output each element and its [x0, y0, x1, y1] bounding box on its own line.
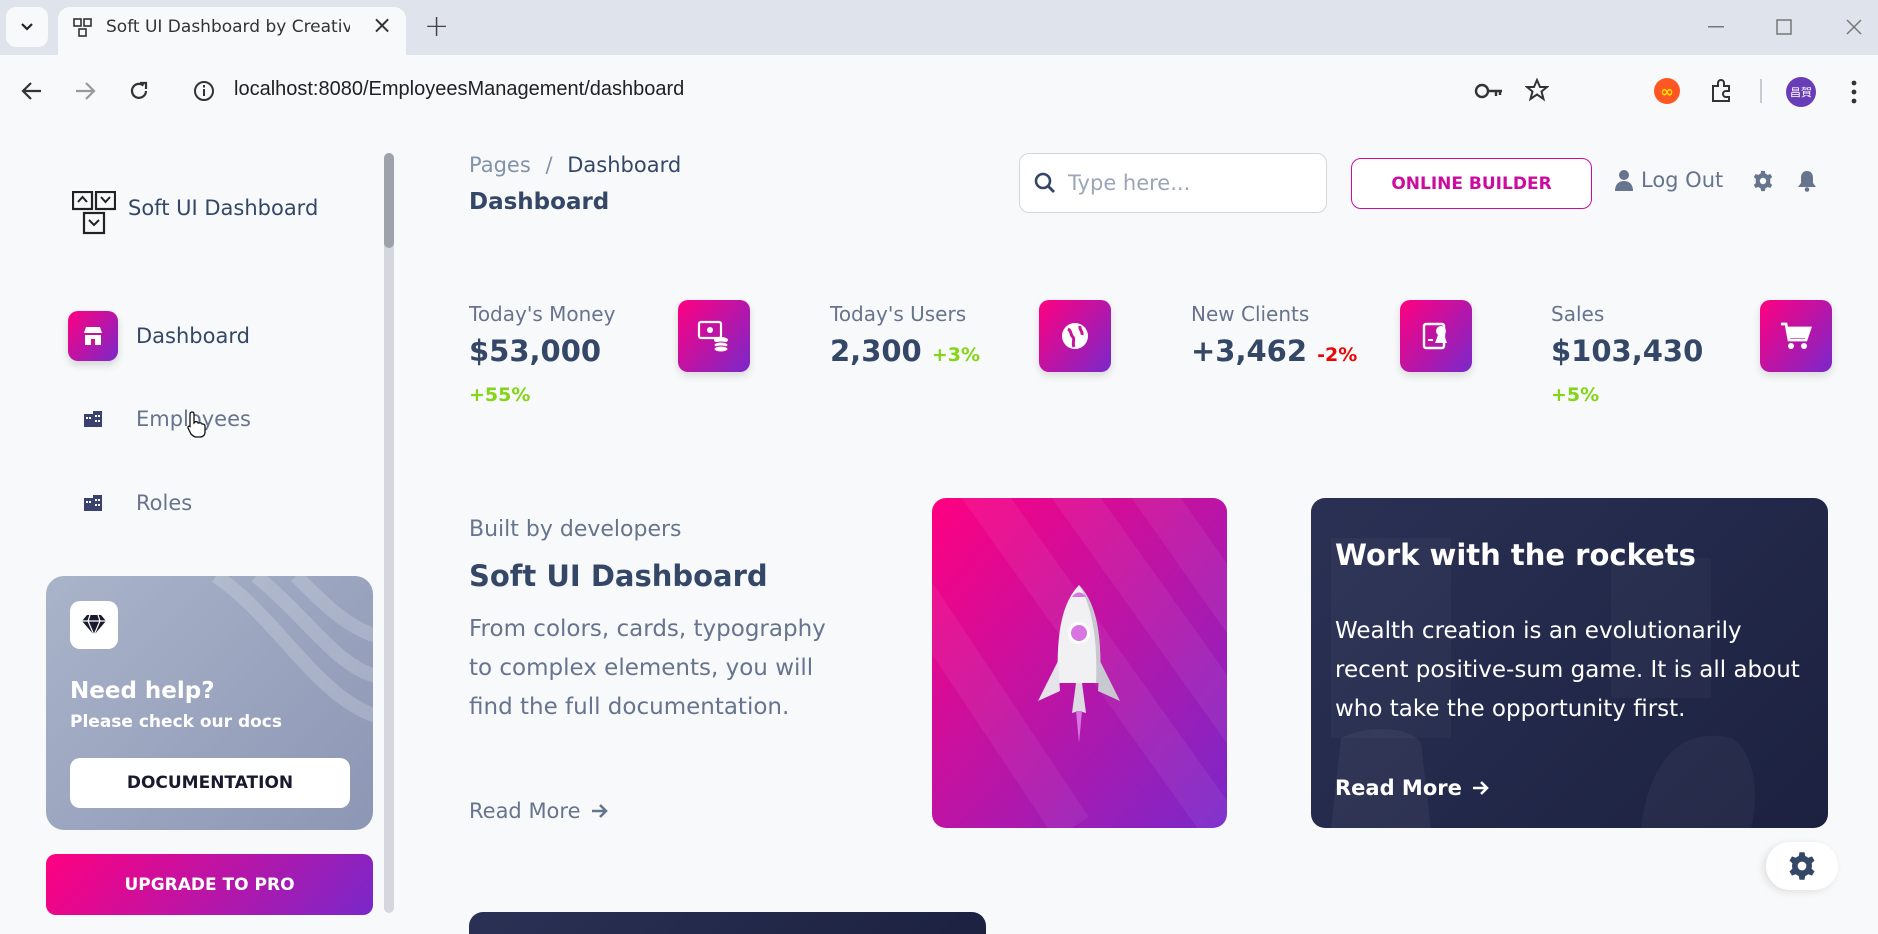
extensions-puzzle-icon[interactable]: [1709, 78, 1735, 104]
rocket-icon: [1038, 585, 1120, 743]
diamond-icon: [70, 601, 118, 649]
search-box[interactable]: [1019, 153, 1327, 213]
logout-link[interactable]: Log Out: [1615, 168, 1723, 192]
breadcrumb-root[interactable]: Pages: [469, 153, 531, 177]
stat-label: New Clients: [1191, 302, 1310, 326]
stat-card-sales: Sales $103,430 +5%: [1551, 300, 1871, 420]
stat-change: -2%: [1317, 344, 1358, 366]
arrow-left-icon: [21, 82, 41, 100]
close-window-button[interactable]: [1834, 12, 1874, 42]
minimize-icon: [1708, 26, 1724, 28]
stat-value-number: +3,462: [1191, 334, 1308, 368]
shop-icon: [68, 311, 118, 361]
work-with-rockets-card: Work with the rockets Wealth creation is…: [1311, 498, 1828, 828]
arrow-right-icon: [1472, 781, 1489, 795]
brand-name[interactable]: Soft UI Dashboard: [128, 196, 318, 220]
address-bar[interactable]: localhost:8080/EmployeesManagement/dashb…: [234, 78, 684, 101]
page-title: Dashboard: [469, 189, 610, 215]
money-coins-icon: [678, 300, 750, 372]
paper-diploma-icon: [1400, 300, 1472, 372]
maximize-icon: [1776, 19, 1792, 35]
office-icon: [68, 394, 118, 444]
office-icon: [68, 478, 118, 528]
search-input[interactable]: [1068, 168, 1318, 198]
user-icon: [1615, 170, 1633, 191]
gear-icon[interactable]: [1752, 170, 1774, 192]
new-tab-button[interactable]: +: [424, 12, 449, 42]
arrow-right-icon: [591, 804, 608, 818]
cart-icon: [1760, 300, 1832, 372]
reload-button[interactable]: [124, 76, 154, 106]
read-more-label: Read More: [1335, 776, 1462, 800]
back-button[interactable]: [17, 76, 47, 106]
help-title: Need help?: [70, 678, 215, 704]
tab-close-icon[interactable]: ×: [370, 13, 394, 38]
arrow-right-icon: [76, 82, 96, 100]
stat-value-number: 2,300: [830, 334, 922, 368]
read-more-link[interactable]: Read More: [469, 799, 609, 823]
stat-value: +3,462 -2%: [1191, 334, 1357, 368]
online-builder-button[interactable]: ONLINE BUILDER: [1351, 158, 1592, 209]
bell-icon[interactable]: [1797, 170, 1817, 192]
world-icon: [1039, 300, 1111, 372]
breadcrumb-current: Dashboard: [567, 153, 682, 177]
mouse-cursor-icon: [187, 411, 206, 438]
sidebar-scrollbar[interactable]: [384, 153, 394, 913]
browser-menu-icon[interactable]: [1850, 79, 1858, 105]
configurator-button[interactable]: [1766, 842, 1838, 890]
stat-label: Sales: [1551, 302, 1605, 326]
sidebar-item-dashboard[interactable]: Dashboard: [68, 311, 328, 363]
stat-change: +55%: [469, 384, 531, 406]
sidebar-scrollbar-thumb[interactable]: [384, 153, 394, 248]
upgrade-to-pro-button[interactable]: UPGRADE TO PRO: [46, 854, 373, 915]
rockets-description: Wealth creation is an evolutionarily rec…: [1335, 618, 1800, 722]
profile-avatar[interactable]: 昌賀: [1786, 77, 1816, 107]
rocket-illustration-card: [932, 498, 1227, 828]
stat-card-money: Today's Money $53,000 +55%: [469, 300, 789, 420]
site-info-icon[interactable]: [193, 80, 215, 102]
stat-label: Today's Money: [469, 302, 616, 326]
read-more-label: Read More: [469, 799, 581, 823]
help-subtitle: Please check our docs: [70, 712, 282, 732]
logout-label: Log Out: [1641, 168, 1724, 192]
breadcrumb: Pages / Dashboard: [469, 153, 681, 177]
stat-value: $53,000: [469, 334, 602, 368]
stat-change: +5%: [1551, 384, 1600, 406]
sidebar-item-roles[interactable]: Roles: [68, 478, 328, 530]
chevron-down-icon: [21, 23, 33, 31]
promo-kicker: Built by developers: [469, 517, 682, 542]
promo-description: From colors, cards, typography to comple…: [469, 616, 826, 720]
brand-logo-icon[interactable]: [72, 191, 116, 235]
documentation-button[interactable]: DOCUMENTATION: [70, 758, 350, 808]
tab-title: Soft UI Dashboard by Creative Tim: [106, 17, 350, 37]
rockets-title: Work with the rockets: [1335, 538, 1696, 572]
help-card-pattern: [212, 576, 373, 723]
close-icon: [1846, 19, 1862, 35]
toolbar-divider: [1760, 79, 1762, 103]
gear-icon: [1789, 852, 1815, 880]
search-icon: [1034, 172, 1055, 193]
chart-card-partial: [469, 912, 986, 934]
key-icon[interactable]: [1474, 80, 1504, 102]
stat-card-clients: New Clients +3,462 -2%: [1191, 300, 1511, 420]
minimize-button[interactable]: [1696, 12, 1736, 42]
sidebar-item-label: Dashboard: [136, 324, 250, 348]
star-icon[interactable]: [1525, 78, 1549, 102]
stat-card-users: Today's Users 2,300 +3%: [830, 300, 1150, 420]
stat-value: 2,300 +3%: [830, 334, 980, 368]
reload-icon: [130, 81, 148, 99]
tab-favicon-icon: [73, 18, 92, 37]
forward-button[interactable]: [70, 76, 100, 106]
tab-search-button[interactable]: [6, 7, 48, 47]
sidebar-item-label: Roles: [136, 491, 193, 515]
promo-title: Soft UI Dashboard: [469, 559, 768, 593]
stat-value: $103,430: [1551, 334, 1704, 368]
stat-label: Today's Users: [830, 302, 967, 326]
breadcrumb-separator: /: [545, 153, 553, 177]
stat-change: +3%: [931, 344, 981, 366]
extension-infinity-icon[interactable]: ∞: [1654, 78, 1680, 104]
help-card: Need help? Please check our docs DOCUMEN…: [46, 576, 373, 830]
rockets-read-more-link[interactable]: Read More: [1335, 776, 1490, 800]
maximize-button[interactable]: [1764, 12, 1804, 42]
